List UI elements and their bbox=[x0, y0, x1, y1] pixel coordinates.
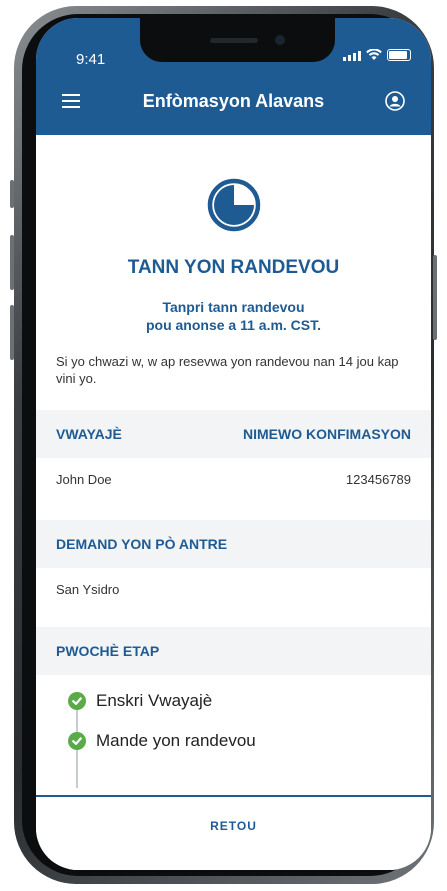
wifi-icon bbox=[366, 49, 382, 60]
status-time: 9:41 bbox=[76, 51, 106, 68]
traveler-row: John Doe 123456789 bbox=[36, 458, 431, 502]
entry-request-section-header: DEMAND YON PÒ ANTRE bbox=[36, 520, 431, 568]
speaker-grille bbox=[210, 38, 258, 43]
step-connector bbox=[76, 748, 78, 788]
cellular-signal-icon bbox=[343, 51, 361, 61]
entry-request-header: DEMAND YON PÒ ANTRE bbox=[56, 536, 228, 552]
phone-notch bbox=[140, 18, 335, 62]
profile-icon[interactable] bbox=[385, 91, 405, 111]
step-label: Mande yon randevou bbox=[96, 731, 256, 750]
back-button[interactable]: RETOU bbox=[36, 819, 431, 833]
mute-switch bbox=[10, 180, 14, 208]
status-icons bbox=[343, 49, 411, 61]
selection-note: Si yo chwazi w, w ap resevwa yon randevo… bbox=[56, 354, 399, 386]
check-circle-icon bbox=[68, 732, 86, 750]
status-heading: TANN YON RANDEVOU bbox=[127, 257, 340, 278]
phone-screen: 9:41 Enfòmasyon Alavans TANN YON RANDEVO… bbox=[36, 18, 431, 870]
status-subtitle: Tanpri tann randevou pou anonse a 11 a.m… bbox=[36, 298, 431, 334]
next-steps-section-header: PWOCHÈ ETAP bbox=[36, 627, 431, 675]
confirmation-number: 123456789 bbox=[345, 472, 411, 487]
confirmation-column-header: NIMEWO KONFIMASYON bbox=[243, 426, 411, 442]
traveler-section-header: VWAYAJÈ NIMEWO KONFIMASYON bbox=[36, 410, 431, 458]
check-circle-icon bbox=[68, 692, 86, 710]
step-item: Mande yon randevou bbox=[68, 731, 256, 751]
front-camera bbox=[275, 35, 285, 45]
pending-clock-icon bbox=[207, 178, 261, 232]
power-button bbox=[433, 255, 437, 340]
page-title: Enfòmasyon Alavans bbox=[142, 91, 325, 111]
port-of-entry: San Ysidro bbox=[56, 582, 120, 597]
step-item: Enskri Vwayajè bbox=[68, 691, 212, 711]
volume-down-button bbox=[10, 305, 14, 360]
main-content: TANN YON RANDEVOU Tanpri tann randevou p… bbox=[36, 135, 431, 795]
volume-up-button bbox=[10, 235, 14, 290]
battery-icon bbox=[387, 49, 411, 61]
traveler-name: John Doe bbox=[56, 472, 112, 487]
entry-request-row: San Ysidro bbox=[36, 568, 431, 612]
bottom-bar: RETOU bbox=[36, 795, 431, 870]
step-label: Enskri Vwayajè bbox=[96, 691, 213, 710]
status-subtitle-line2: pou anonse a 11 a.m. CST. bbox=[145, 317, 322, 333]
traveler-column-header: VWAYAJÈ bbox=[56, 426, 122, 442]
status-subtitle-line1: Tanpri tann randevou bbox=[162, 299, 305, 315]
next-steps-header: PWOCHÈ ETAP bbox=[56, 643, 160, 659]
